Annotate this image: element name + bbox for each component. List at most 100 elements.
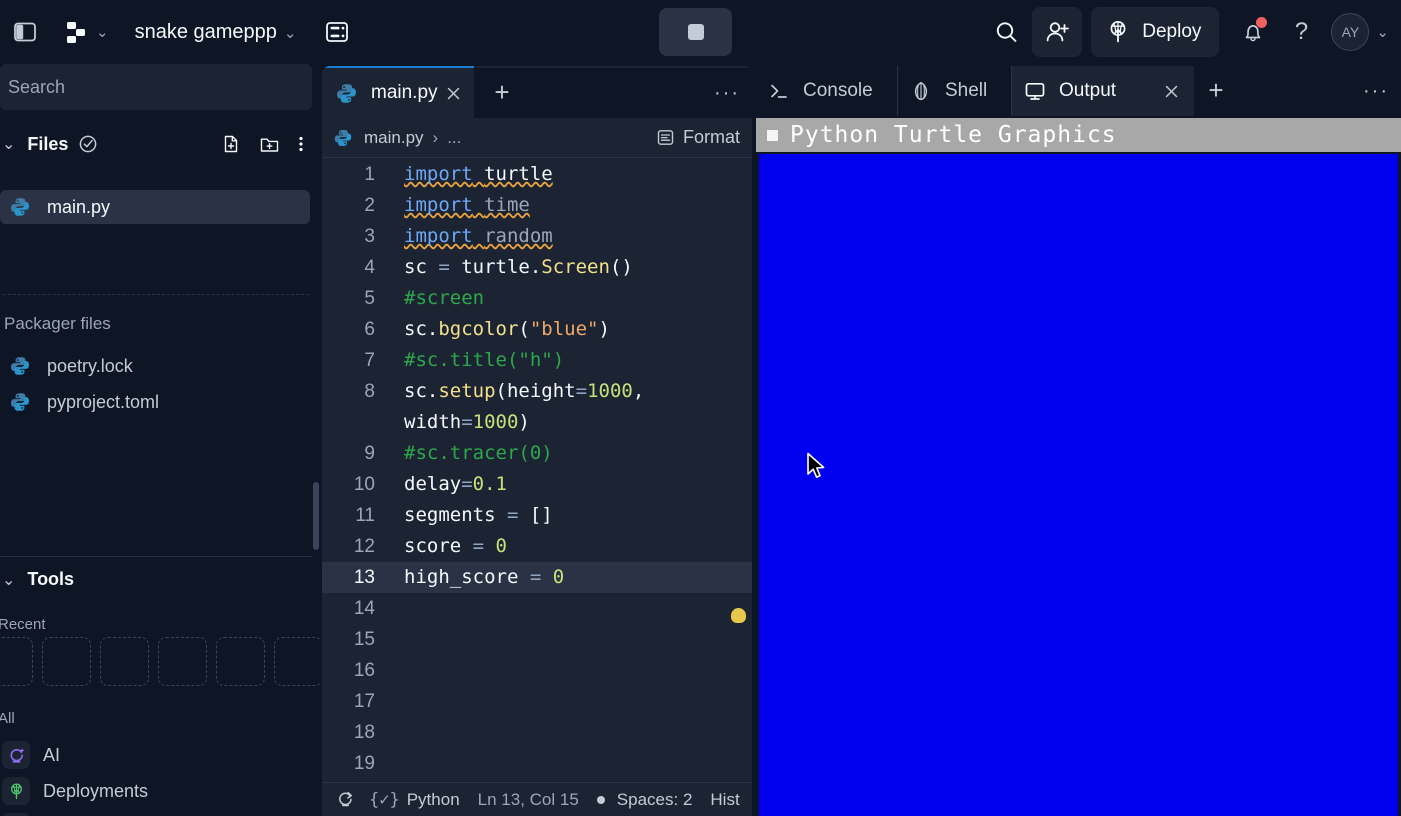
stop-run-button[interactable] [659,8,732,56]
code-line-text: high_score = 0 [404,566,565,588]
tool-item-deployments[interactable]: Deployments [0,773,300,809]
add-person-icon [1046,21,1069,41]
cursor-position[interactable]: Ln 13, Col 15 [478,790,579,810]
language-indicator[interactable]: {✓} Python [369,790,460,810]
line-number [322,407,384,438]
tool-item-authentication[interactable]: Authentication [0,809,300,816]
code-line[interactable]: 5 #screen [322,283,752,314]
search-icon [996,21,1017,42]
code-line[interactable]: 6 sc.bgcolor("blue") [322,314,752,345]
turtle-graphics-window: Python Turtle Graphics [756,118,1401,816]
chevron-down-icon[interactable]: ⌄ [2,570,15,590]
code-line-wrapped[interactable]: width=1000) [322,407,752,438]
code-line[interactable]: 17 [322,686,752,717]
search-input[interactable] [8,76,298,98]
new-output-tab-button[interactable]: + [1204,77,1228,103]
chevron-down-icon[interactable]: ⌄ [2,134,15,154]
code-line[interactable]: 8 sc.setup(height=1000, [322,376,752,407]
python-file-icon [333,128,353,148]
code-line[interactable]: 9 #sc.tracer(0) [322,438,752,469]
new-folder-button[interactable] [259,134,280,154]
format-button[interactable]: Format [656,127,740,148]
notifications-button[interactable] [1231,10,1275,54]
code-line-text: sc = turtle.Screen() [404,256,633,278]
code-line[interactable]: 10 delay=0.1 [322,469,752,500]
project-title[interactable]: snake gameppp ⌄ [135,21,297,44]
code-line[interactable]: 3 import random [322,221,752,252]
tab-main-py[interactable]: main.py [322,68,474,118]
code-line[interactable]: 2 import time [322,190,752,221]
avatar: AY [1331,13,1370,51]
recent-tool-placeholder[interactable] [0,637,33,686]
code-line[interactable]: 11 segments = [] [322,500,752,531]
code-line[interactable]: 15 [322,624,752,655]
line-number: 14 [353,598,375,619]
tools-section-header: ⌄ Tools [0,569,74,590]
tab-shell[interactable]: Shell [898,66,1012,116]
recent-tool-placeholder[interactable] [216,637,265,686]
tab-output[interactable]: Output [1012,66,1194,116]
tab-close-button[interactable] [442,82,464,104]
code-line-active[interactable]: 13 high_score = 0 [322,562,752,593]
deploy-rocket-icon [1110,21,1126,43]
replit-logo-button[interactable]: ⌄ [63,19,109,45]
new-file-button[interactable] [221,134,241,154]
restart-lsp-button[interactable] [336,790,355,809]
quick-fix-bulb-icon[interactable] [731,608,746,623]
tab-console[interactable]: Console [756,66,898,116]
editor-more-button[interactable]: ··· [714,82,740,105]
code-line[interactable]: 16 [322,655,752,686]
recent-tool-placeholder[interactable] [42,637,91,686]
code-line-text: score = 0 [404,535,507,557]
code-line-text: #sc.tracer(0) [404,442,553,464]
deploy-button[interactable]: Deploy [1091,7,1220,57]
recent-tool-placeholder[interactable] [274,637,320,686]
python-file-icon [335,82,358,105]
history-button[interactable]: Hist [710,790,739,810]
app-header: ⌄ snake gameppp ⌄ Deploy ? AY ⌄ [0,0,1401,64]
file-item-poetry-lock[interactable]: poetry.lock [0,349,310,383]
turtle-canvas[interactable] [759,154,1398,816]
file-item-pyproject-toml[interactable]: pyproject.toml [0,385,310,419]
search-button[interactable] [984,10,1028,54]
new-tab-button[interactable]: + [490,79,514,105]
code-line[interactable]: 12 score = 0 [322,531,752,562]
code-line[interactable]: 18 [322,717,752,748]
sidebar-scrollbar[interactable] [313,482,319,550]
line-number: 8 [364,381,375,402]
files-more-button[interactable] [298,134,304,154]
python-file-icon [9,196,31,218]
code-line[interactable]: 4 sc = turtle.Screen() [322,252,752,283]
code-line[interactable]: 7 #sc.title("h") [322,345,752,376]
turtle-window-titlebar: Python Turtle Graphics [756,118,1401,152]
code-line[interactable]: 14 [322,593,752,624]
file-item-main-py[interactable]: main.py [0,190,310,224]
search-field-wrapper[interactable] [0,64,312,110]
chevron-down-icon: ⌄ [96,24,109,41]
line-number: 2 [364,195,375,216]
recent-label: Recent [0,616,46,633]
user-menu[interactable]: AY ⌄ [1331,13,1389,51]
project-title-label: snake gameppp [134,20,277,43]
code-line[interactable]: 19 [322,748,752,779]
database-button[interactable] [324,19,350,45]
tab-close-button[interactable] [1160,80,1182,102]
indent-setting[interactable]: Spaces: 2 [617,790,693,810]
invite-button[interactable] [1032,7,1083,57]
stop-square-icon [687,24,704,40]
tab-label: Shell [945,80,988,101]
tab-label: Console [803,80,873,101]
breadcrumb-trailing[interactable]: ... [447,128,461,148]
recent-tool-placeholder[interactable] [158,637,207,686]
help-button[interactable]: ? [1283,10,1319,54]
code-editor[interactable]: 1 import turtle 2 import time 3 import r… [322,159,752,816]
code-line[interactable]: 1 import turtle [322,159,752,190]
sidebar-toggle-button[interactable] [13,19,37,45]
tool-item-ai[interactable]: AI [0,737,300,773]
output-more-button[interactable]: ··· [1363,80,1389,103]
recent-tool-placeholder[interactable] [100,637,149,686]
tab-label: main.py [371,82,438,103]
editor-tab-bar: main.py + ··· [322,68,752,118]
file-item-label: main.py [47,196,111,217]
breadcrumb-file[interactable]: main.py [364,128,424,148]
